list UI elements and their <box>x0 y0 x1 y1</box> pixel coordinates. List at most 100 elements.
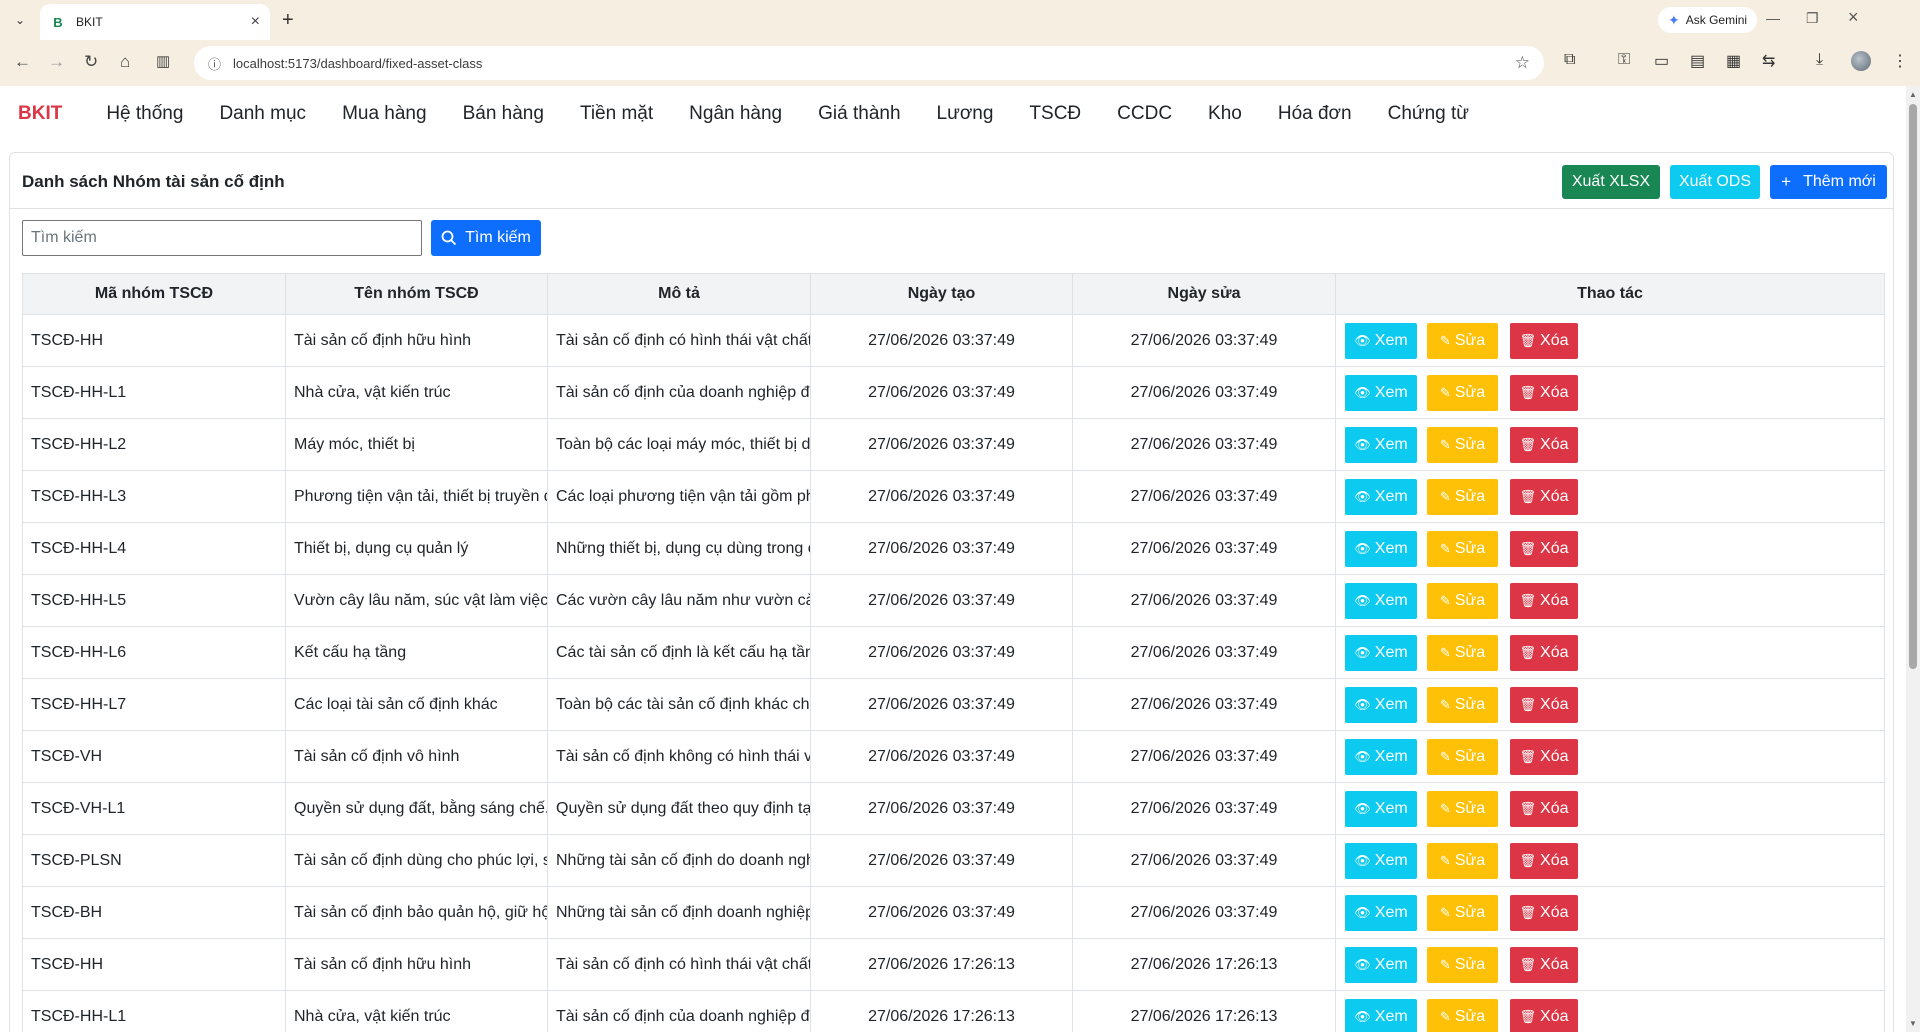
view-button[interactable]: 👁 Xem <box>1345 946 1417 983</box>
tab-search-icon[interactable]: ⌄ <box>8 8 32 32</box>
search-button[interactable]: Tìm kiếm <box>431 220 541 256</box>
minimize-icon[interactable]: — <box>1766 10 1780 26</box>
delete-button[interactable]: 🗑 Xóa <box>1510 374 1578 411</box>
trash-icon: 🗑 <box>1519 800 1537 816</box>
nav-danh-muc[interactable]: Danh mục <box>219 103 306 125</box>
url-field[interactable]: ⓘ localhost:5173/dashboard/fixed-asset-c… <box>194 46 1544 80</box>
ask-gemini-button[interactable]: ✦ Ask Gemini <box>1658 7 1758 33</box>
delete-button[interactable]: 🗑 Xóa <box>1510 426 1578 463</box>
delete-button[interactable]: 🗑 Xóa <box>1510 790 1578 827</box>
delete-button[interactable]: 🗑 Xóa <box>1510 842 1578 879</box>
view-button[interactable]: 👁 Xem <box>1345 790 1417 827</box>
delete-label: Xóa <box>1540 851 1569 869</box>
view-button[interactable]: 👁 Xem <box>1345 426 1417 463</box>
close-tab-icon[interactable]: × <box>251 13 260 31</box>
edit-button[interactable]: ✎ Sửa <box>1427 946 1498 983</box>
delete-button[interactable]: 🗑 Xóa <box>1510 894 1578 931</box>
cell-name: Tài sản cố định bảo quản hộ, giữ hộ, cất… <box>285 886 548 939</box>
view-button[interactable]: 👁 Xem <box>1345 530 1417 567</box>
browser-menu-icon[interactable]: ⋮ <box>1892 51 1908 71</box>
add-new-button[interactable]: + Thêm mới <box>1770 165 1887 199</box>
col-header-created[interactable]: Ngày tạo <box>810 273 1073 315</box>
edit-button[interactable]: ✎ Sửa <box>1427 530 1498 567</box>
edit-button[interactable]: ✎ Sửa <box>1427 322 1498 359</box>
password-key-icon[interactable]: ⚿ <box>1618 51 1630 69</box>
restore-icon[interactable]: ❐ <box>1806 10 1819 27</box>
edit-label: Sửa <box>1454 955 1486 973</box>
view-button[interactable]: 👁 Xem <box>1345 842 1417 879</box>
translate-icon[interactable]: ⇆ <box>1762 51 1775 71</box>
export-ods-button[interactable]: Xuất ODS <box>1670 165 1760 199</box>
payment-card-icon[interactable]: ▭ <box>1654 51 1669 71</box>
back-icon[interactable]: ← <box>14 52 31 72</box>
col-header-updated[interactable]: Ngày sửa <box>1072 273 1336 315</box>
page-scrollbar[interactable]: ▲ ▼ <box>1906 86 1920 1032</box>
delete-button[interactable]: 🗑 Xóa <box>1510 582 1578 619</box>
edit-button[interactable]: ✎ Sửa <box>1427 582 1498 619</box>
delete-button[interactable]: 🗑 Xóa <box>1510 530 1578 567</box>
nav-tien-mat[interactable]: Tiền mặt <box>580 103 653 125</box>
scroll-up-icon[interactable]: ▲ <box>1909 90 1917 99</box>
nav-ccdc[interactable]: CCDC <box>1117 103 1172 125</box>
col-header-code[interactable]: Mã nhóm TSCĐ <box>22 273 286 315</box>
col-header-name[interactable]: Tên nhóm TSCĐ <box>285 273 548 315</box>
nav-ngan-hang[interactable]: Ngân hàng <box>689 103 782 125</box>
download-icon[interactable]: ⤓ <box>1816 51 1823 69</box>
edit-button[interactable]: ✎ Sửa <box>1427 998 1498 1032</box>
new-tab-icon[interactable]: + <box>282 9 294 32</box>
delete-button[interactable]: 🗑 Xóa <box>1510 946 1578 983</box>
search-input[interactable] <box>22 220 422 256</box>
nav-tscd[interactable]: TSCĐ <box>1029 103 1081 125</box>
reading-mode-icon[interactable]: ▤ <box>1690 51 1705 71</box>
nav-mua-hang[interactable]: Mua hàng <box>342 103 427 125</box>
view-button[interactable]: 👁 Xem <box>1345 998 1417 1032</box>
edit-button[interactable]: ✎ Sửa <box>1427 738 1498 775</box>
scroll-down-icon[interactable]: ▼ <box>1909 1019 1917 1028</box>
edit-button[interactable]: ✎ Sửa <box>1427 374 1498 411</box>
nav-luong[interactable]: Lương <box>937 103 994 125</box>
nav-chung-tu[interactable]: Chứng từ <box>1388 103 1469 125</box>
nav-he-thong[interactable]: Hệ thống <box>106 103 183 125</box>
view-button[interactable]: 👁 Xem <box>1345 322 1417 359</box>
home-icon[interactable]: ⌂ <box>120 52 130 72</box>
edit-button[interactable]: ✎ Sửa <box>1427 842 1498 879</box>
brand-logo[interactable]: BKIT <box>18 103 62 125</box>
side-panel-icon[interactable]: ▥ <box>156 52 170 70</box>
edit-button[interactable]: ✎ Sửa <box>1427 894 1498 931</box>
view-button[interactable]: 👁 Xem <box>1345 894 1417 931</box>
extensions-icon[interactable]: ⧉ <box>1564 51 1575 69</box>
delete-button[interactable]: 🗑 Xóa <box>1510 738 1578 775</box>
tab-groups-icon[interactable]: ▦ <box>1726 51 1741 71</box>
export-xlsx-button[interactable]: Xuất XLSX <box>1562 165 1660 199</box>
view-button[interactable]: 👁 Xem <box>1345 374 1417 411</box>
view-button[interactable]: 👁 Xem <box>1345 686 1417 723</box>
edit-button[interactable]: ✎ Sửa <box>1427 478 1498 515</box>
delete-button[interactable]: 🗑 Xóa <box>1510 322 1578 359</box>
view-button[interactable]: 👁 Xem <box>1345 634 1417 671</box>
delete-button[interactable]: 🗑 Xóa <box>1510 478 1578 515</box>
edit-button[interactable]: ✎ Sửa <box>1427 686 1498 723</box>
browser-tab[interactable]: B BKIT × <box>40 4 270 40</box>
edit-button[interactable]: ✎ Sửa <box>1427 790 1498 827</box>
nav-gia-thanh[interactable]: Giá thành <box>818 103 900 125</box>
nav-kho[interactable]: Kho <box>1208 103 1242 125</box>
table-row: TSCĐ-VH Tài sản cố định vô hình Tài sản cố… <box>22 730 1885 783</box>
view-button[interactable]: 👁 Xem <box>1345 478 1417 515</box>
delete-button[interactable]: 🗑 Xóa <box>1510 998 1578 1032</box>
profile-avatar-icon[interactable] <box>1851 51 1871 71</box>
delete-button[interactable]: 🗑 Xóa <box>1510 686 1578 723</box>
view-button[interactable]: 👁 Xem <box>1345 738 1417 775</box>
site-info-icon[interactable]: ⓘ <box>208 54 221 73</box>
edit-button[interactable]: ✎ Sửa <box>1427 634 1498 671</box>
reload-icon[interactable]: ↻ <box>84 52 98 72</box>
bookmark-star-icon[interactable]: ☆ <box>1515 53 1530 73</box>
scrollbar-thumb[interactable] <box>1909 104 1917 669</box>
view-button[interactable]: 👁 Xem <box>1345 582 1417 619</box>
nav-hoa-don[interactable]: Hóa đơn <box>1278 103 1352 125</box>
close-window-icon[interactable]: × <box>1848 7 1859 28</box>
nav-ban-hang[interactable]: Bán hàng <box>463 103 544 125</box>
delete-button[interactable]: 🗑 Xóa <box>1510 634 1578 671</box>
col-header-description[interactable]: Mô tả <box>547 273 811 315</box>
forward-icon[interactable]: → <box>48 52 65 72</box>
edit-button[interactable]: ✎ Sửa <box>1427 426 1498 463</box>
